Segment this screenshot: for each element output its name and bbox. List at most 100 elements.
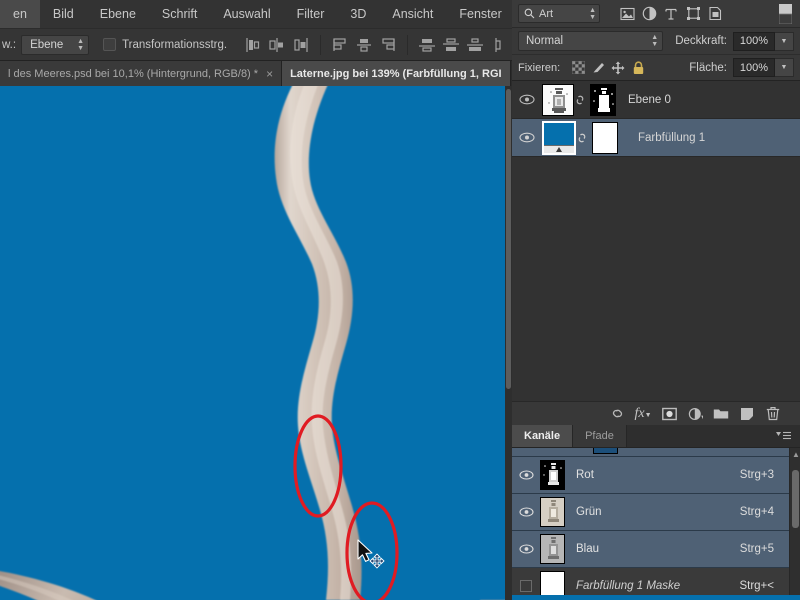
layer-mask-thumbnail[interactable] xyxy=(592,121,618,154)
channel-thumbnail[interactable] xyxy=(540,460,565,490)
fill-gradient-slider xyxy=(544,144,574,153)
transform-controls-checkbox[interactable] xyxy=(103,38,117,51)
channel-row-rot[interactable]: Rot Strg+3 xyxy=(512,457,800,494)
layer-row-ebene-0[interactable]: Ebene 0 xyxy=(512,81,800,119)
layer-thumbnail[interactable] xyxy=(542,83,574,116)
layer-thumbnail[interactable] xyxy=(542,120,576,155)
link-layers-icon[interactable] xyxy=(604,403,630,425)
layer-name: Ebene 0 xyxy=(628,93,671,106)
layer-mask-thumbnail[interactable] xyxy=(590,83,616,116)
canvas-scrollbar-thumb[interactable] xyxy=(506,89,511,389)
channel-thumbnail[interactable] xyxy=(540,534,565,564)
opacity-dropdown-arrow[interactable]: ▼ xyxy=(775,31,794,51)
channel-visibility-toggle[interactable] xyxy=(512,580,540,592)
tab-label: Laterne.jpg bei 139% (Farbfüllung 1, RGI xyxy=(290,67,502,80)
layer-filter-bar: Art ▲ ▼ xyxy=(512,0,800,28)
auto-select-dropdown[interactable]: Ebene ▲ ▼ xyxy=(21,34,90,55)
canvas-vertical-scrollbar[interactable] xyxy=(505,86,512,600)
distribute-left-edges-icon[interactable] xyxy=(488,34,510,56)
lock-fill-bar: Fixieren: Fläche: 100% ▼ xyxy=(512,55,800,81)
tab-pfade[interactable]: Pfade xyxy=(573,425,627,447)
lock-transparent-pixels-icon[interactable] xyxy=(568,58,588,78)
options-bar: w.: Ebene ▲ ▼ Transformationsstrg. xyxy=(0,28,512,61)
image-canvas[interactable] xyxy=(0,86,512,600)
eye-icon xyxy=(519,94,535,105)
adjustment-filter-icon[interactable] xyxy=(638,3,660,25)
lock-image-pixels-icon[interactable] xyxy=(588,58,608,78)
align-right-edges-icon[interactable] xyxy=(290,34,312,56)
eye-icon xyxy=(518,507,534,517)
layer-filter-type-dropdown[interactable]: Art ▲ ▼ xyxy=(518,4,600,23)
channel-visibility-toggle[interactable] xyxy=(512,470,540,480)
layer-link-icon[interactable] xyxy=(576,131,592,145)
filter-power-toggle[interactable] xyxy=(779,3,792,24)
lock-all-icon[interactable] xyxy=(628,58,648,78)
distribute-top-edges-icon[interactable] xyxy=(416,34,438,56)
menu-item-fenster[interactable]: Fenster xyxy=(446,0,514,28)
menu-item-ebene[interactable]: Ebene xyxy=(87,0,149,28)
delete-layer-icon[interactable] xyxy=(760,403,786,425)
channel-thumbnail[interactable] xyxy=(540,497,565,527)
channels-scrollbar-thumb[interactable] xyxy=(792,470,799,528)
channel-name: Grün xyxy=(576,506,602,518)
new-adjustment-layer-icon[interactable]: ▼ xyxy=(682,403,708,425)
channel-row-rgb-partial[interactable] xyxy=(512,448,800,457)
align-left-edges-icon[interactable] xyxy=(242,34,264,56)
channel-name: Rot xyxy=(576,469,594,481)
transform-controls-label: Transformationsstrg. xyxy=(122,38,228,51)
menu-item-schrift[interactable]: Schrift xyxy=(149,0,210,28)
layer-filter-value: Art xyxy=(539,7,554,20)
blend-mode-dropdown[interactable]: Normal ▲ ▼ xyxy=(518,31,664,51)
eye-icon xyxy=(519,132,535,143)
layer-visibility-toggle[interactable] xyxy=(512,94,542,105)
smart-object-filter-icon[interactable] xyxy=(704,3,726,25)
menu-item-auswahl[interactable]: Auswahl xyxy=(210,0,283,28)
layers-panel-footer: fx▼ ▼ xyxy=(512,401,800,425)
image-filter-icon[interactable] xyxy=(616,3,638,25)
close-icon[interactable]: × xyxy=(266,67,273,81)
menu-item-bearbeiten[interactable]: en xyxy=(0,0,40,28)
new-group-icon[interactable] xyxy=(708,403,734,425)
align-vertical-centers-icon[interactable] xyxy=(353,34,375,56)
document-tab-meeres[interactable]: l des Meeres.psd bei 10,1% (Hintergrund,… xyxy=(0,61,283,86)
channels-list: Rot Strg+3 Grün Strg+4 Blau Strg+5 Farbf… xyxy=(512,448,800,600)
layer-row-farbfuellung-1[interactable]: Farbfüllung 1 xyxy=(512,119,800,157)
distribute-vertical-centers-icon[interactable] xyxy=(440,34,462,56)
type-filter-icon[interactable] xyxy=(660,3,682,25)
chevron-updown-icon: ▲ ▼ xyxy=(589,6,596,21)
opacity-label: Deckkraft: xyxy=(675,35,727,47)
lock-position-icon[interactable] xyxy=(608,58,628,78)
channel-shortcut: Strg+5 xyxy=(739,543,774,555)
chevron-updown-icon: ▲ ▼ xyxy=(77,37,85,52)
chevron-updown-icon: ▲ ▼ xyxy=(651,34,659,48)
menu-item-3d[interactable]: 3D xyxy=(337,0,379,28)
menu-item-bild[interactable]: Bild xyxy=(40,0,87,28)
layer-visibility-toggle[interactable] xyxy=(512,132,542,143)
channel-row-blau[interactable]: Blau Strg+5 xyxy=(512,531,800,568)
channel-name: Farbfüllung 1 Maske xyxy=(576,580,681,592)
fill-dropdown-arrow[interactable]: ▼ xyxy=(775,58,794,77)
tab-kanaele[interactable]: Kanäle xyxy=(512,425,574,447)
layer-style-fx-icon[interactable]: fx▼ xyxy=(630,403,656,425)
layer-link-icon[interactable] xyxy=(574,93,590,107)
add-layer-mask-icon[interactable] xyxy=(656,403,682,425)
channel-visibility-toggle[interactable] xyxy=(512,544,540,554)
menu-item-filter[interactable]: Filter xyxy=(284,0,338,28)
panel-menu-icon[interactable] xyxy=(776,425,800,447)
align-top-edges-icon[interactable] xyxy=(329,34,351,56)
channel-shortcut: Strg+< xyxy=(739,580,774,592)
channels-scrollbar[interactable]: ▲ ▼ xyxy=(789,448,800,600)
document-tab-laterne[interactable]: Laterne.jpg bei 139% (Farbfüllung 1, RGI xyxy=(282,61,511,86)
distribute-bottom-edges-icon[interactable] xyxy=(464,34,486,56)
align-horizontal-centers-icon[interactable] xyxy=(266,34,288,56)
scroll-up-arrow-icon[interactable]: ▲ xyxy=(792,450,800,459)
align-bottom-edges-icon[interactable] xyxy=(377,34,399,56)
channel-visibility-toggle[interactable] xyxy=(512,507,540,517)
menu-item-ansicht[interactable]: Ansicht xyxy=(379,0,446,28)
channel-row-gruen[interactable]: Grün Strg+4 xyxy=(512,494,800,531)
shape-filter-icon[interactable] xyxy=(682,3,704,25)
fill-input[interactable]: 100% xyxy=(733,58,775,77)
opacity-input[interactable]: 100% xyxy=(733,31,775,51)
lock-label: Fixieren: xyxy=(518,61,561,74)
new-layer-icon[interactable] xyxy=(734,403,760,425)
